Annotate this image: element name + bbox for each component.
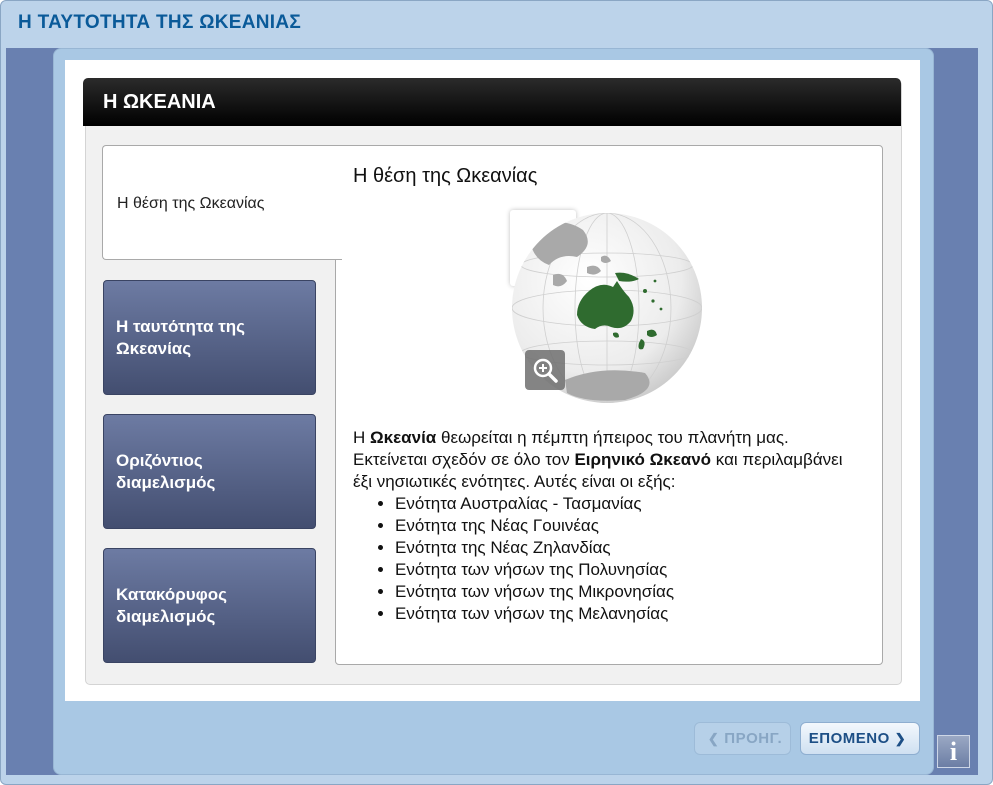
tab-label: Η ταυτότητα της Ωκεανίας <box>116 316 246 358</box>
panel-title: Η ΩΚΕΑΝΙΑ <box>103 91 216 113</box>
list-item: Ενότητα των νήσων της Μικρονησίας <box>395 581 858 603</box>
chevron-right-icon: ❯ <box>894 730 907 746</box>
info-icon: i <box>949 736 958 766</box>
prev-label: ΠΡΟΗΓ. <box>724 730 783 747</box>
next-button[interactable]: ΕΠΟΜΕΝΟ ❯ <box>800 722 920 755</box>
list-item: Ενότητα Αυστραλίας - Τασμανίας <box>395 493 858 515</box>
tab-horizontal-division[interactable]: Οριζόντιος διαμελισμός <box>103 414 316 529</box>
tab-label: Κατακόρυφος διαμελισμός <box>116 584 227 626</box>
list-item: Ενότητα των νήσων της Μελανησίας <box>395 603 858 625</box>
zoom-in-icon <box>533 358 558 383</box>
tab-vertical-division[interactable]: Κατακόρυφος διαμελισμός <box>103 548 316 663</box>
tab-oceania-location[interactable]: Η θέση της Ωκεανίας <box>102 145 342 260</box>
panel-header: Η ΩΚΕΑΝΙΑ <box>83 78 901 126</box>
info-button[interactable]: i <box>937 735 970 768</box>
chevron-left-icon: ❮ <box>707 730 720 746</box>
detail-heading: Η θέση της Ωκεανίας <box>353 165 538 187</box>
detail-text: Η Ωκεανία θεωρείται η πέμπτη ήπειρος του… <box>353 427 858 625</box>
intro-text: Η <box>353 428 370 447</box>
intro-paragraph: Η Ωκεανία θεωρείται η πέμπτη ήπειρος του… <box>353 427 858 493</box>
list-item: Ενότητα των νήσων της Πολυνησίας <box>395 559 858 581</box>
tab-oceania-identity[interactable]: Η ταυτότητα της Ωκεανίας <box>103 280 316 395</box>
tab-label: Η θέση της Ωκεανίας <box>117 195 265 212</box>
next-label: ΕΠΟΜΕΝΟ <box>808 730 890 747</box>
list-item: Ενότητα της Νέας Ζηλανδίας <box>395 537 858 559</box>
intro-bold-oceania: Ωκεανία <box>370 428 437 447</box>
intro-bold-pacific: Ειρηνικό Ωκεανό <box>574 450 712 469</box>
app-title: Η ΤΑΥΤΟΤΗΤΑ ΤΗΣ ΩΚΕΑΝΙΑΣ <box>18 12 302 33</box>
zoom-button[interactable] <box>525 350 565 390</box>
list-item: Ενότητα της Νέας Γουινέας <box>395 515 858 537</box>
prev-button[interactable]: ❮ ΠΡΟΗΓ. <box>694 722 791 755</box>
region-list: Ενότητα Αυστραλίας - Τασμανίας Ενότητα τ… <box>353 493 858 625</box>
globe-image[interactable] <box>505 205 710 415</box>
tab-label: Οριζόντιος διαμελισμός <box>116 450 216 492</box>
